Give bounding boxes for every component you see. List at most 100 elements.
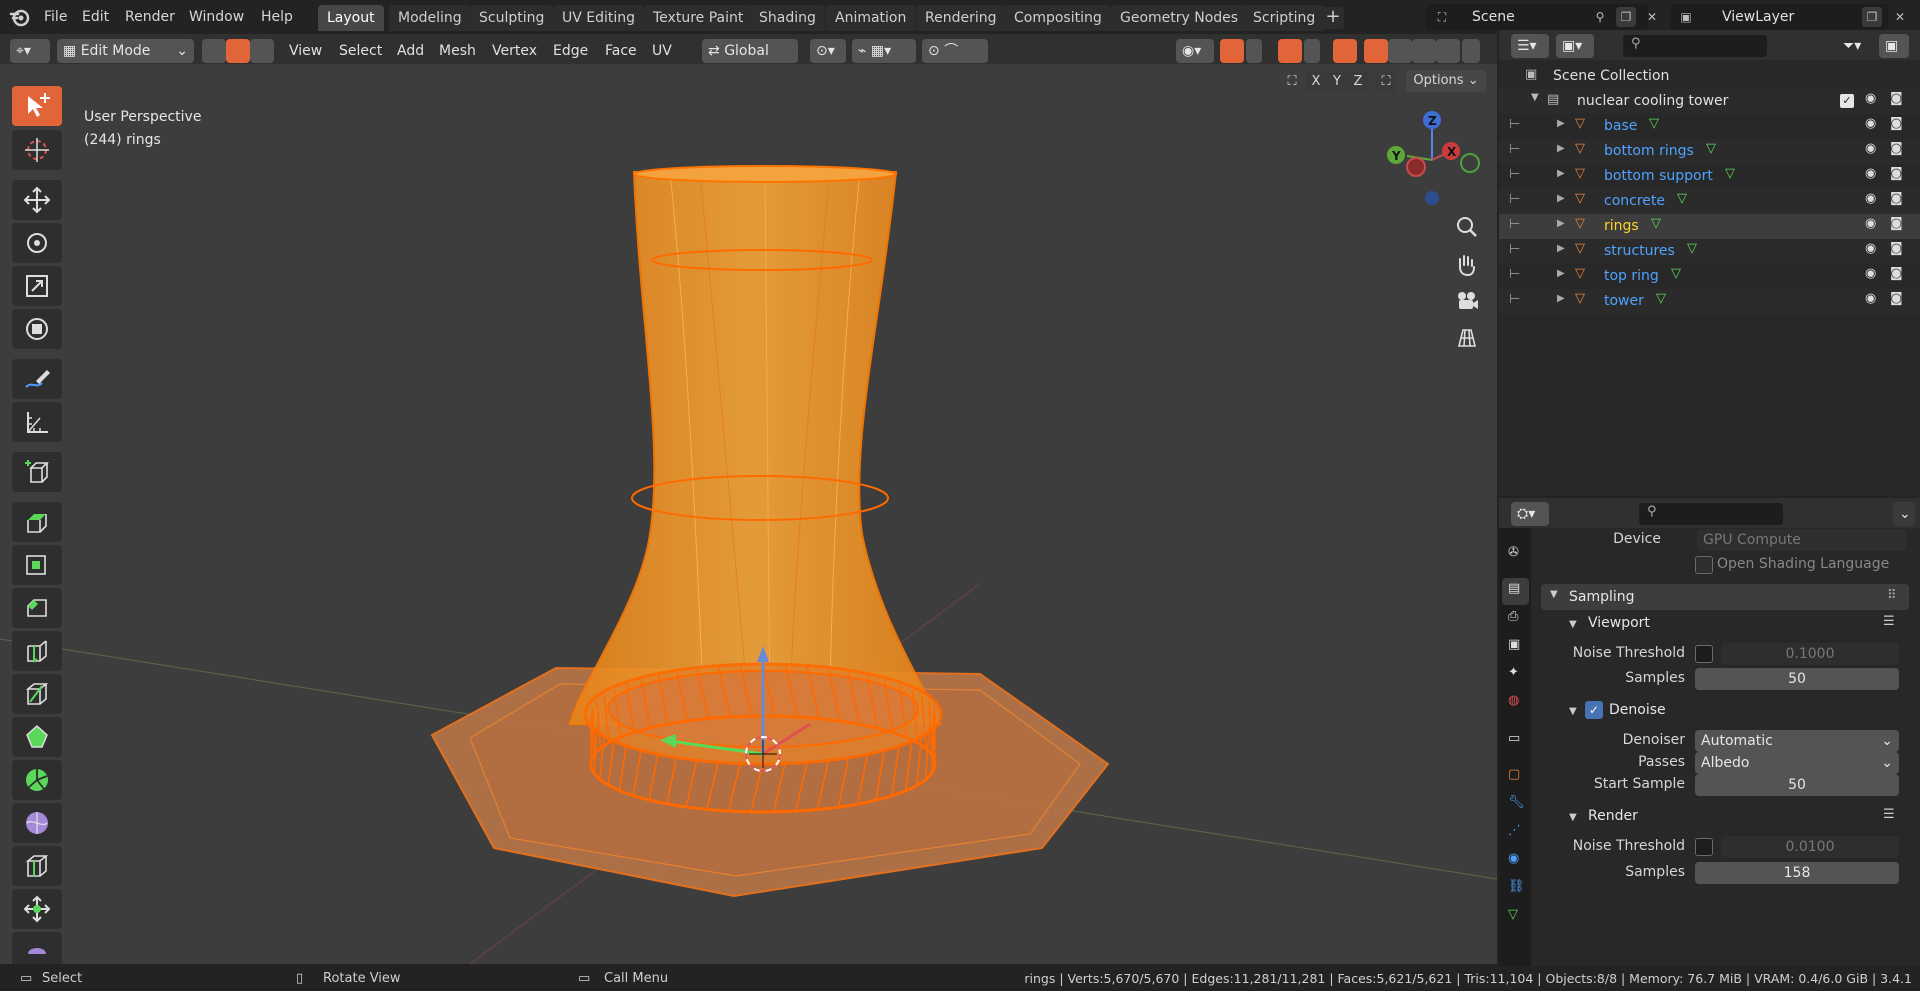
pan-hand-icon[interactable] [1450,247,1484,281]
collapse-arrow-icon[interactable]: ▼ [1550,589,1558,600]
expand-arrow-icon[interactable]: ▶ [1557,218,1565,229]
ortho-grid-icon[interactable] [1450,321,1484,355]
collapse-arrow-icon[interactable]: ▼ [1569,812,1577,823]
snapping-button[interactable]: ⌁ ▦▾ [852,39,916,63]
shading-chevron-down-icon[interactable] [1462,39,1480,63]
mesh-data-icon[interactable]: ▽ [1656,291,1666,306]
visibility-eye-icon[interactable]: ◉ [1865,191,1876,206]
zoom-icon[interactable] [1450,210,1484,244]
new-scene-icon[interactable]: ❐ [1616,7,1636,27]
3d-viewport[interactable]: Z Y X User Perspective (244) rings ⛶ X Y… [0,64,1497,964]
tab-sculpting[interactable]: Sculpting [470,5,554,31]
modifier-tab-icon[interactable]: 🔧︎ [1502,792,1529,819]
tab-scripting[interactable]: Scripting [1244,5,1325,31]
menu-select[interactable]: Select [339,39,382,63]
scene-name[interactable]: Scene [1472,4,1515,30]
data-tab-icon[interactable]: ▽ [1502,904,1529,931]
camera-view-icon[interactable] [1450,284,1484,318]
select-box-tool-icon[interactable] [12,86,62,126]
outliner-row-object[interactable]: ⊢ ▶ ▽ top ring ▽ ◉ ◙ [1499,264,1920,289]
render-camera-icon[interactable]: ◙ [1890,241,1903,256]
object-tab-icon[interactable]: ▢ [1502,764,1529,791]
outliner-row-object[interactable]: ⊢ ▶ ▽ bottom support ▽ ◉ ◙ [1499,164,1920,189]
world-tab-icon[interactable]: ◍ [1502,690,1529,717]
scene-tab-icon[interactable]: ✦ [1502,662,1529,689]
gizmo-toggle-icon[interactable] [1220,39,1244,63]
menu-window[interactable]: Window [183,6,250,28]
properties-editor-type-button[interactable]: ⛭▾ [1511,502,1549,526]
move-tool-icon[interactable] [12,180,62,220]
tab-compositing[interactable]: Compositing [1005,5,1111,31]
passes-select[interactable]: Albedo ⌄ [1695,752,1899,774]
solid-shading-icon[interactable] [1388,39,1412,63]
delete-view-layer-icon[interactable]: ✕ [1890,7,1910,27]
tool-tab-icon[interactable]: ✇ [1502,542,1529,569]
viewport-subpanel-title[interactable]: Viewport [1588,615,1650,631]
gizmo-chevron-down-icon[interactable] [1246,39,1262,63]
inset-tool-icon[interactable] [12,545,62,585]
measure-tool-icon[interactable] [12,402,62,442]
material-shading-icon[interactable] [1412,39,1436,63]
mesh-data-icon[interactable]: ▽ [1687,241,1697,256]
menu-add[interactable]: Add [397,39,424,63]
mesh-data-icon[interactable]: ▽ [1706,141,1716,156]
properties-search-input[interactable]: ⚲ [1639,503,1783,525]
outliner-editor-type-button[interactable]: ☰▾ [1511,34,1549,58]
proportional-edit-button[interactable]: ⊙ ⌒ [922,39,988,63]
tab-modeling[interactable]: Modeling [389,5,471,31]
new-view-layer-icon[interactable]: ❐ [1862,7,1882,27]
overlay-chevron-down-icon[interactable] [1304,39,1320,63]
knife-tool-icon[interactable] [12,674,62,714]
expand-arrow-icon[interactable]: ▶ [1557,143,1565,154]
menu-face[interactable]: Face [605,39,637,63]
render-camera-icon[interactable]: ◙ [1890,91,1903,106]
mirror-y-button[interactable]: Y [1327,71,1347,93]
collapse-arrow-icon[interactable]: ▼ [1569,619,1577,630]
xray-toggle-icon[interactable] [1333,39,1357,63]
expand-arrow-icon[interactable]: ▶ [1557,168,1565,179]
nav-neg-z-icon[interactable] [1425,191,1439,205]
edge-slide-tool-icon[interactable] [12,846,62,886]
extrude-tool-icon[interactable] [12,502,62,542]
physics-tab-icon[interactable]: ◉ [1502,848,1529,875]
visibility-button[interactable]: ◉▾ [1176,39,1214,63]
view-layer-tab-icon[interactable]: ▣ [1502,634,1529,661]
menu-mesh[interactable]: Mesh [439,39,476,63]
editor-type-button[interactable]: ⌖▾ [10,39,50,63]
delete-scene-icon[interactable]: ✕ [1642,7,1662,27]
render-samples-field[interactable]: 158 [1695,862,1899,884]
render-camera-icon[interactable]: ◙ [1890,266,1903,281]
pivot-point-button[interactable]: ⊙▾ [810,39,846,63]
menu-vertex[interactable]: Vertex [492,39,537,63]
pin-icon[interactable]: ⚲ [1590,7,1610,27]
mirror-z-button[interactable]: Z [1348,71,1368,93]
mirror-icon[interactable]: ⛶ [1282,71,1302,93]
auto-merge-icon[interactable]: ⛶ [1376,71,1396,93]
menu-uv[interactable]: UV [652,39,672,63]
new-collection-icon[interactable]: ▣ [1879,34,1909,58]
menu-render[interactable]: Render [119,6,181,28]
display-mode-button[interactable]: ▣▾ [1556,34,1594,58]
expand-arrow-icon[interactable]: ▶ [1557,293,1565,304]
overlay-toggle-icon[interactable] [1278,39,1302,63]
outliner-row-object[interactable]: ⊢ ▶ ▽ rings ▽ ◉ ◙ [1499,214,1920,239]
poly-build-tool-icon[interactable] [12,717,62,757]
tab-texture-paint[interactable]: Texture Paint [644,5,753,31]
collapse-arrow-icon[interactable]: ▼ [1569,706,1577,717]
expand-arrow-icon[interactable]: ▶ [1557,118,1565,129]
render-noise-threshold-checkbox[interactable] [1695,838,1713,856]
viewport-noise-threshold-checkbox[interactable] [1695,645,1713,663]
presets-list-icon[interactable]: ☰ [1883,807,1895,822]
constraints-tab-icon[interactable]: ⛓ [1502,876,1529,903]
render-camera-icon[interactable]: ◙ [1890,291,1903,306]
bevel-tool-icon[interactable] [12,588,62,628]
tab-rendering[interactable]: Rendering [916,5,1006,31]
loop-cut-tool-icon[interactable] [12,631,62,671]
mirror-x-button[interactable]: X [1306,71,1326,93]
scene-selector[interactable] [1426,4,1648,30]
render-camera-icon[interactable]: ◙ [1890,191,1903,206]
menu-help[interactable]: Help [255,6,299,28]
visibility-eye-icon[interactable]: ◉ [1865,241,1876,256]
shear-tool-icon[interactable] [12,932,62,964]
collection-tab-icon[interactable]: ▭ [1502,728,1529,755]
